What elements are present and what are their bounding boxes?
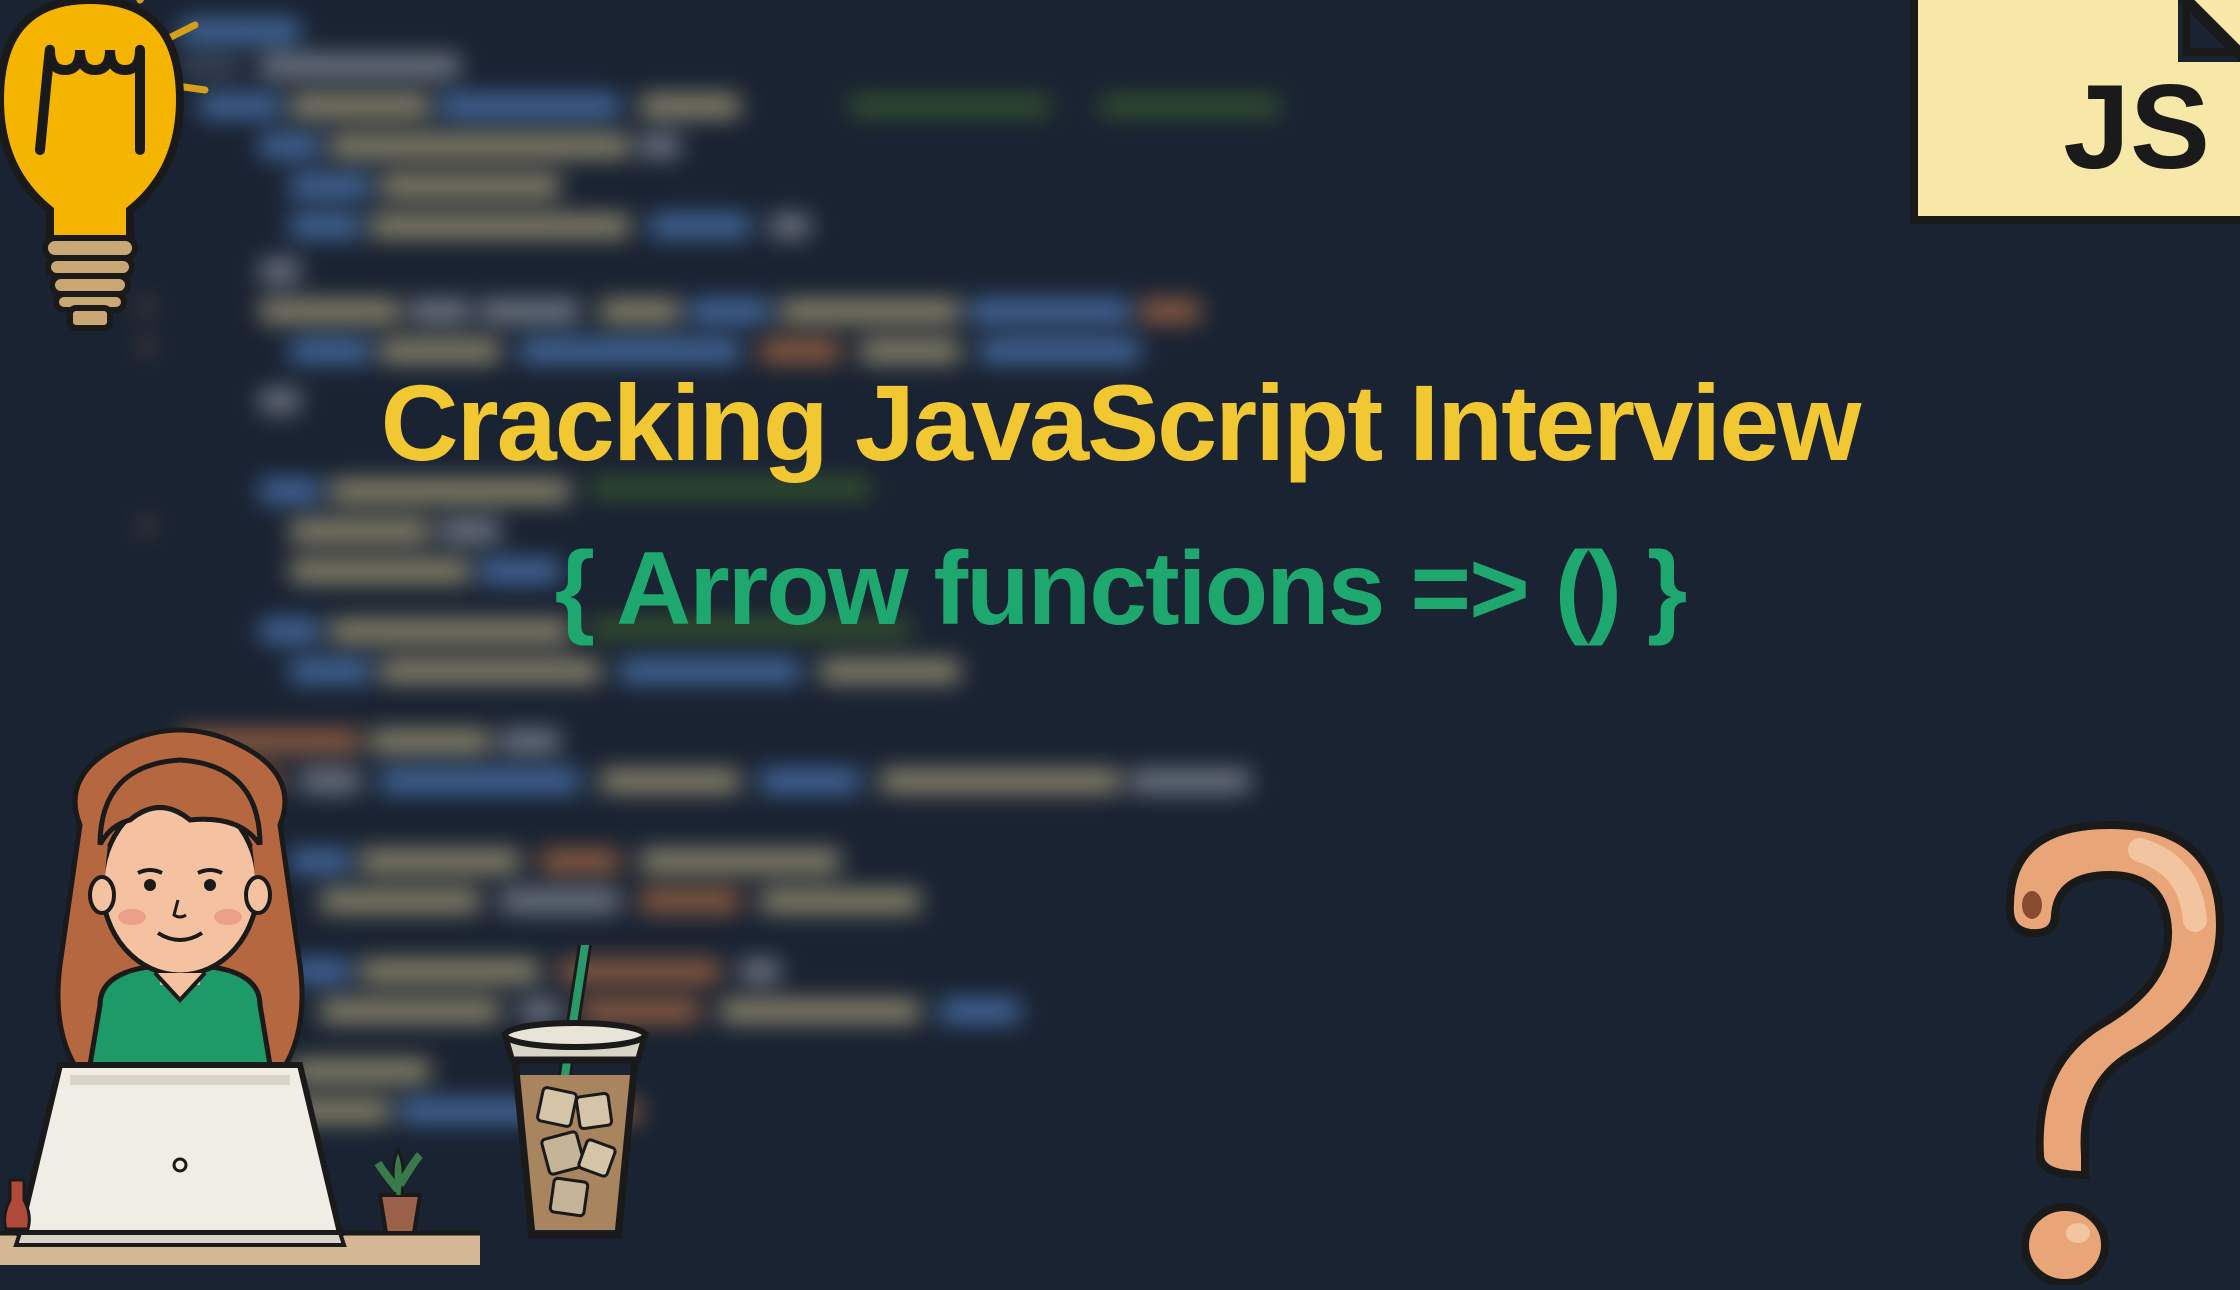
subtitle: { Arrow functions => () } xyxy=(0,530,2240,649)
js-file-badge: JS xyxy=(1910,0,2240,224)
main-title: Cracking JavaScript Interview xyxy=(0,360,2240,485)
lightbulb-icon xyxy=(0,0,210,345)
iced-coffee-icon xyxy=(490,945,660,1250)
js-badge-text: JS xyxy=(2063,58,2210,196)
question-mark-icon xyxy=(1940,805,2240,1290)
woman-at-laptop-icon xyxy=(0,705,480,1270)
